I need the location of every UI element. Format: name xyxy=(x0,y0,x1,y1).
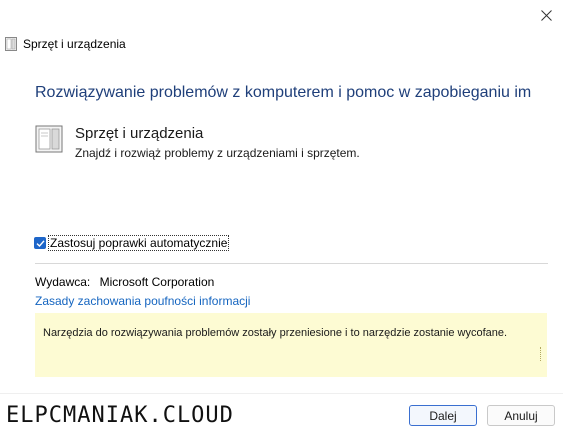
next-button[interactable]: Dalej xyxy=(409,405,477,426)
troubleshooter-title: Sprzęt i urządzenia xyxy=(75,125,204,142)
page-heading: Rozwiązywanie problemów z komputerem i p… xyxy=(35,84,532,101)
close-icon xyxy=(540,9,552,21)
notice-text: Narzędzia do rozwiązywania problemów zos… xyxy=(43,327,508,339)
deprecation-notice: Narzędzia do rozwiązywania problemów zos… xyxy=(35,313,547,377)
hardware-devices-icon xyxy=(35,125,63,153)
watermark: ELPCMANIAK.CLOUD xyxy=(6,403,234,428)
troubleshooter-description: Znajdź i rozwiąż problemy z urządzeniami… xyxy=(75,146,360,160)
divider xyxy=(35,263,548,264)
notice-resize-grip xyxy=(538,347,541,361)
autofix-option[interactable]: Zastosuj poprawki automatycznie xyxy=(34,235,230,251)
troubleshooter-info: Sprzęt i urządzenia Znajdź i rozwiąż pro… xyxy=(35,125,555,165)
title-bar: Sprzęt i urządzenia xyxy=(0,0,563,60)
close-button[interactable] xyxy=(529,0,563,30)
hardware-icon xyxy=(5,37,17,51)
publisher-info: Wydawca: Microsoft Corporation xyxy=(35,275,214,289)
window-title: Sprzęt i urządzenia xyxy=(23,37,126,51)
autofix-label[interactable]: Zastosuj poprawki automatycznie xyxy=(48,235,230,251)
cancel-button[interactable]: Anuluj xyxy=(487,405,555,426)
autofix-checkbox[interactable] xyxy=(34,237,46,249)
publisher-value: Microsoft Corporation xyxy=(99,275,215,289)
privacy-link[interactable]: Zasady zachowania poufności informacji xyxy=(35,294,250,308)
footer-divider xyxy=(0,393,563,394)
checkmark-icon xyxy=(36,239,45,247)
publisher-label: Wydawca: xyxy=(35,275,91,289)
